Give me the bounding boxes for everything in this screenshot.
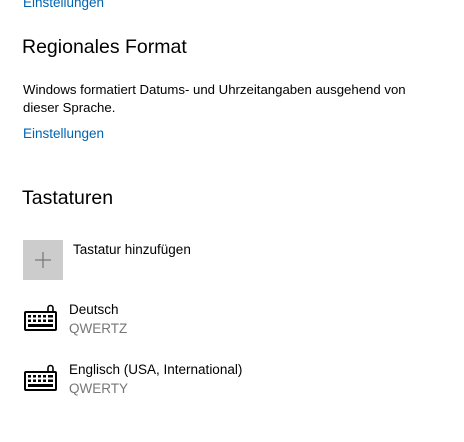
- regional-format-heading: Regionales Format: [22, 36, 187, 58]
- keyboard-icon: [24, 364, 57, 391]
- plus-icon: [35, 252, 51, 268]
- keyboard-name: Englisch (USA, International): [69, 362, 243, 377]
- add-keyboard-label: Tastatur hinzufügen: [73, 242, 191, 257]
- settings-link-top[interactable]: Einstellungen: [23, 0, 104, 10]
- add-keyboard-tile[interactable]: [23, 240, 63, 280]
- regional-format-description: Windows formatiert Datums- und Uhrzeitan…: [23, 82, 406, 115]
- keyboard-layout: QWERTZ: [69, 321, 128, 336]
- keyboard-name: Deutsch: [69, 302, 119, 317]
- regional-settings-link[interactable]: Einstellungen: [23, 126, 104, 141]
- keyboards-heading: Tastaturen: [22, 187, 114, 209]
- add-keyboard-button[interactable]: Tastatur hinzufügen: [23, 240, 191, 280]
- keyboard-icon: [24, 304, 57, 331]
- keyboard-layout: QWERTY: [69, 381, 129, 396]
